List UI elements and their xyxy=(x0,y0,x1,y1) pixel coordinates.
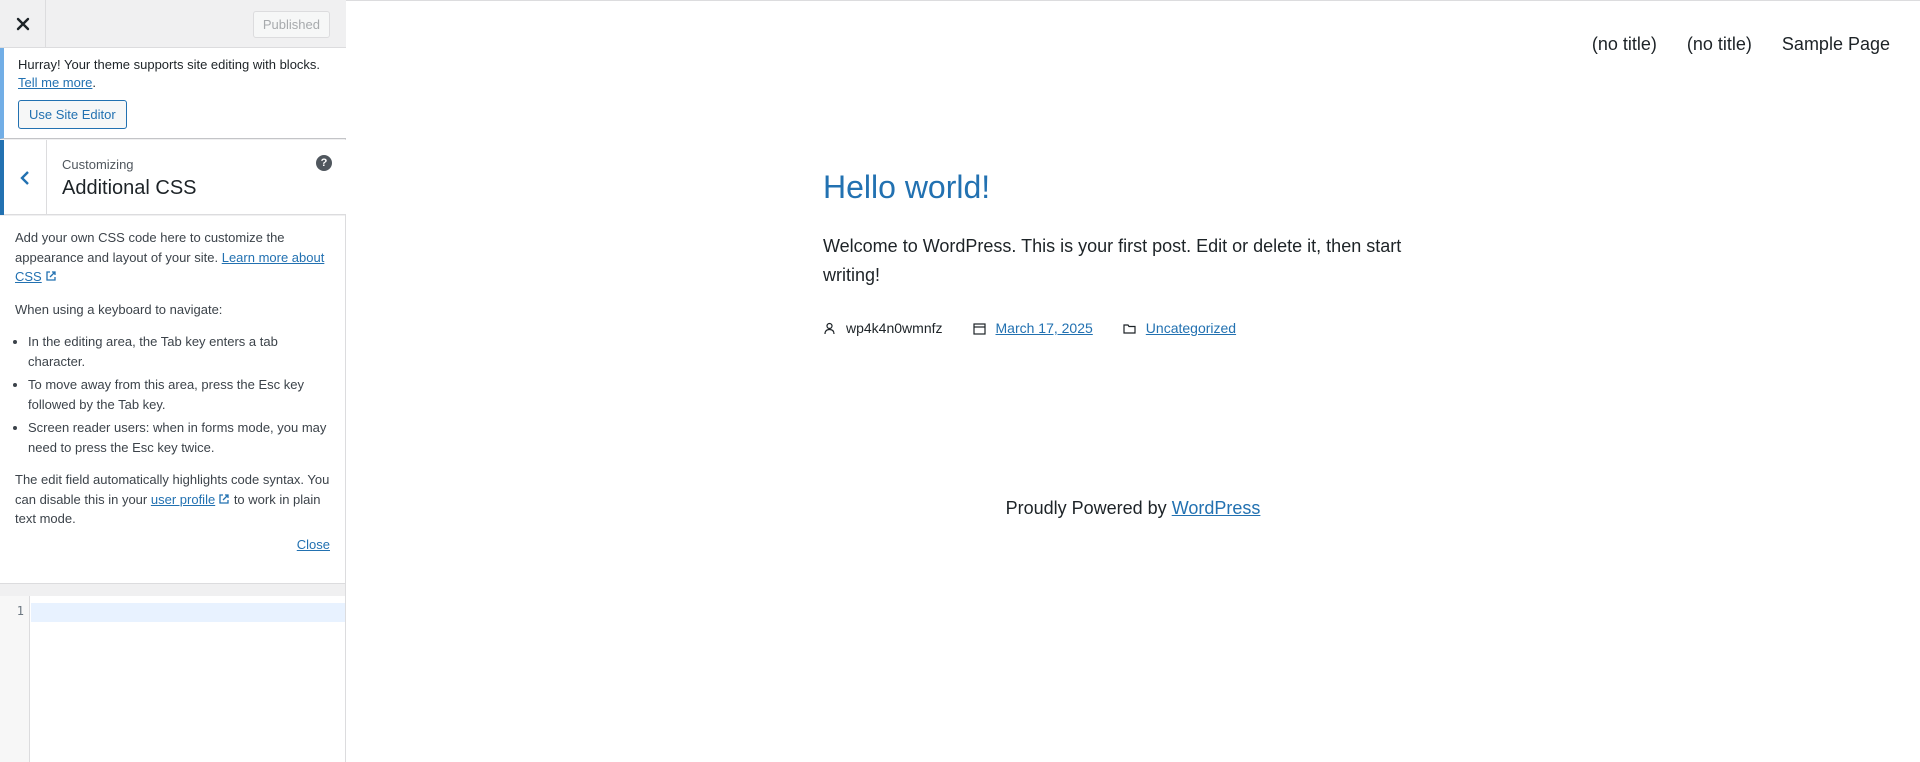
nav-item[interactable]: (no title) xyxy=(1687,34,1752,55)
section-header: Customizing Additional CSS ? xyxy=(0,140,346,215)
post-meta: wp4k4n0wmnfz March 17, 2025 Uncategorize… xyxy=(823,320,1443,336)
user-profile-link[interactable]: user profile xyxy=(151,492,230,507)
post-category: Uncategorized xyxy=(1123,320,1236,336)
close-link-row: Close xyxy=(15,535,330,555)
notice-text: Hurray! Your theme supports site editing… xyxy=(18,57,321,72)
back-button[interactable] xyxy=(0,140,47,215)
external-link-icon xyxy=(219,493,229,504)
chevron-left-icon xyxy=(20,170,29,185)
css-description: Add your own CSS code here to customize … xyxy=(0,216,345,584)
post-date-link[interactable]: March 17, 2025 xyxy=(996,320,1093,336)
line-number-gutter: 1 xyxy=(0,596,30,762)
help-icon[interactable]: ? xyxy=(316,155,332,171)
css-code-editor[interactable]: 1 xyxy=(0,596,345,762)
site-navigation: (no title) (no title) Sample Page xyxy=(1592,34,1890,55)
notice-trailing: . xyxy=(92,75,97,90)
post-date: March 17, 2025 xyxy=(972,320,1093,336)
author-name: wp4k4n0wmnfz xyxy=(846,320,943,336)
description-intro: Add your own CSS code here to customize … xyxy=(15,228,330,287)
user-icon xyxy=(824,322,835,334)
close-icon xyxy=(16,17,29,30)
post-title[interactable]: Hello world! xyxy=(823,169,1443,206)
use-site-editor-button[interactable]: Use Site Editor xyxy=(18,100,127,129)
category-link[interactable]: Uncategorized xyxy=(1146,320,1236,336)
close-customizer-button[interactable] xyxy=(0,0,46,47)
customizer-header: Published xyxy=(0,0,346,48)
keyboard-heading: When using a keyboard to navigate: xyxy=(15,301,223,317)
wordpress-link[interactable]: WordPress xyxy=(1172,498,1261,518)
customizer-sidebar: Published Hurray! Your theme supports si… xyxy=(0,0,346,762)
syntax-note: The edit field automatically highlights … xyxy=(15,470,330,529)
list-item: Screen reader users: when in forms mode,… xyxy=(28,418,330,457)
nav-item-sample-page[interactable]: Sample Page xyxy=(1782,34,1890,55)
post: Hello world! Welcome to WordPress. This … xyxy=(823,169,1443,336)
site-preview: (no title) (no title) Sample Page Hello … xyxy=(346,0,1920,762)
site-footer: Proudly Powered by WordPress xyxy=(346,498,1920,519)
tell-me-more-link[interactable]: Tell me more xyxy=(18,75,92,90)
user-profile-label: user profile xyxy=(150,491,216,507)
close-description-link[interactable]: Close xyxy=(297,537,330,552)
publish-button[interactable]: Published xyxy=(252,11,330,38)
keyboard-tips-list: In the editing area, the Tab key enters … xyxy=(28,332,330,457)
post-author: wp4k4n0wmnfz xyxy=(823,320,943,336)
customizing-label: Customizing xyxy=(62,157,134,172)
nav-item[interactable]: (no title) xyxy=(1592,34,1657,55)
active-code-line[interactable] xyxy=(31,603,345,622)
list-item: In the editing area, the Tab key enters … xyxy=(28,332,330,371)
post-excerpt: Welcome to WordPress. This is your first… xyxy=(823,236,1402,285)
external-link-icon xyxy=(46,271,56,281)
list-item: To move away from this area, press the E… xyxy=(28,375,330,414)
line-number: 1 xyxy=(16,604,24,618)
calendar-icon xyxy=(972,322,986,335)
folder-icon xyxy=(1123,323,1136,334)
footer-text: Proudly Powered by xyxy=(1005,498,1167,518)
site-editor-notice: Hurray! Your theme supports site editing… xyxy=(0,48,346,139)
section-title: Additional CSS xyxy=(62,177,197,199)
